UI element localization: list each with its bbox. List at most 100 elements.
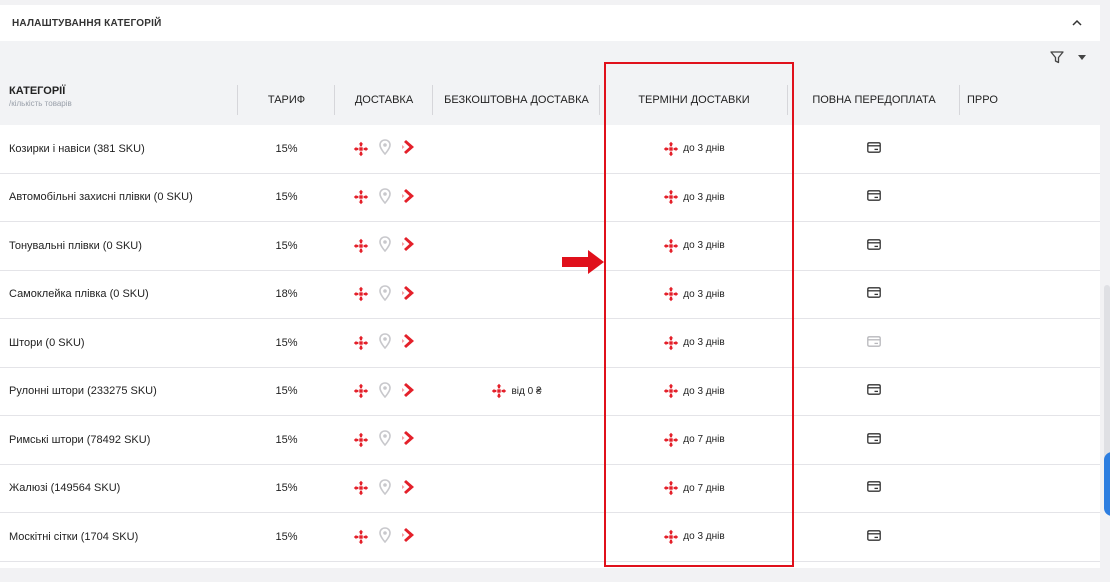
delivery-term-value: до 3 днів xyxy=(683,191,725,203)
delivery-options xyxy=(335,284,433,304)
chevron-up-icon[interactable] xyxy=(1072,17,1086,29)
full-prepayment-cell xyxy=(788,529,960,544)
delivery-term-value: до 7 днів xyxy=(683,482,725,494)
category-name: Автомобільні захисні плівки (0 SKU) xyxy=(9,191,193,204)
tariff-value: 15% xyxy=(275,336,298,349)
delivery-chevron-icon xyxy=(401,139,415,158)
delivery-term-cell: до 3 днів xyxy=(600,529,788,545)
location-pin-icon xyxy=(379,333,391,352)
delivery-chevron-icon xyxy=(401,333,415,352)
delivery-options xyxy=(335,381,433,401)
nova-poshta-icon xyxy=(353,335,369,351)
location-pin-icon xyxy=(379,284,391,304)
delivery-chevron-icon xyxy=(401,285,415,304)
delivery-term-value: до 3 днів xyxy=(683,337,725,349)
column-delivery[interactable]: ДОСТАВКА xyxy=(335,84,433,115)
delivery-term-value: до 7 днів xyxy=(683,434,725,446)
side-widget-tab[interactable] xyxy=(1104,452,1110,516)
caret-down-icon[interactable] xyxy=(1078,55,1086,60)
nova-poshta-icon xyxy=(663,286,679,302)
table-row: Римські штори (78492 SKU) 15% до 7 днів xyxy=(0,416,1100,465)
full-prepayment-cell xyxy=(788,287,960,301)
location-pin-icon xyxy=(379,139,391,158)
location-pin-icon xyxy=(379,430,391,449)
location-pin-icon xyxy=(379,187,391,207)
delivery-options xyxy=(335,478,433,498)
tariff-value: 15% xyxy=(275,385,298,398)
free-delivery-cell: від 0 ₴ xyxy=(433,383,600,399)
table-row: Москітні сітки (1704 SKU) 15% до 3 днів xyxy=(0,513,1100,562)
credit-card-icon[interactable] xyxy=(867,190,881,204)
category-name: Римські штори (78492 SKU) xyxy=(9,433,151,446)
category-name: Тонувальні плівки (0 SKU) xyxy=(9,239,142,252)
nova-poshta-icon xyxy=(663,335,679,351)
delivery-chevron-icon xyxy=(401,188,415,207)
delivery-term-cell: до 7 днів xyxy=(600,480,788,496)
nova-poshta-icon xyxy=(491,383,507,399)
delivery-term-cell: до 3 днів xyxy=(600,335,788,351)
category-name: Рулонні штори (233275 SKU) xyxy=(9,385,157,398)
table-row: Самоклейка плівка (0 SKU) 18% до 3 днів xyxy=(0,271,1100,319)
nova-poshta-icon xyxy=(663,480,679,496)
delivery-term-value: до 3 днів xyxy=(683,385,725,397)
credit-card-icon[interactable] xyxy=(867,335,881,350)
delivery-term-cell: до 3 днів xyxy=(600,189,788,205)
delivery-options xyxy=(335,236,433,255)
nova-poshta-icon xyxy=(663,529,679,545)
delivery-options xyxy=(335,527,433,546)
full-prepayment-cell xyxy=(788,384,960,398)
credit-card-icon[interactable] xyxy=(867,432,881,447)
delivery-chevron-icon xyxy=(401,430,415,449)
category-name: Штори (0 SKU) xyxy=(9,336,85,349)
column-full-prepayment[interactable]: ПОВНА ПЕРЕДОПЛАТА xyxy=(788,84,960,115)
delivery-term-value: до 3 днів xyxy=(683,531,725,543)
tariff-value: 15% xyxy=(275,191,298,204)
delivery-options xyxy=(335,139,433,158)
nova-poshta-icon xyxy=(663,432,679,448)
nova-poshta-icon xyxy=(353,529,369,545)
free-delivery-value: від 0 ₴ xyxy=(511,385,542,397)
tariff-value: 15% xyxy=(275,142,298,155)
credit-card-icon[interactable] xyxy=(867,141,881,156)
credit-card-icon[interactable] xyxy=(867,238,881,253)
credit-card-icon[interactable] xyxy=(867,384,881,398)
nova-poshta-icon xyxy=(353,238,369,254)
nova-poshta-icon xyxy=(353,141,369,157)
nova-poshta-icon xyxy=(353,189,369,205)
tariff-value: 15% xyxy=(275,433,298,446)
nova-poshta-icon xyxy=(663,238,679,254)
delivery-term-cell: до 3 днів xyxy=(600,238,788,254)
tariff-value: 15% xyxy=(275,239,298,252)
delivery-term-cell: до 7 днів xyxy=(600,432,788,448)
filter-icon[interactable] xyxy=(1050,51,1064,64)
table-row: Жалюзі (149564 SKU) 15% до 7 днів xyxy=(0,465,1100,513)
delivery-term-cell: до 3 днів xyxy=(600,286,788,302)
full-prepayment-cell xyxy=(788,238,960,253)
column-category-label: КАТЕГОРІЇ xyxy=(9,84,66,97)
delivery-term-value: до 3 днів xyxy=(683,240,725,252)
table-row: Тонувальні плівки (0 SKU) 15% до 3 днів xyxy=(0,222,1100,271)
location-pin-icon xyxy=(379,381,391,401)
column-category[interactable]: КАТЕГОРІЇ /кількість товарів xyxy=(0,84,238,115)
delivery-chevron-icon xyxy=(401,236,415,255)
location-pin-icon xyxy=(379,236,391,255)
nova-poshta-icon xyxy=(663,383,679,399)
column-free-delivery[interactable]: БЕЗКОШТОВНА ДОСТАВКА xyxy=(433,84,600,115)
panel-header[interactable]: НАЛАШТУВАННЯ КАТЕГОРІЙ xyxy=(0,5,1100,41)
full-prepayment-cell xyxy=(788,432,960,447)
table-row: Штори (0 SKU) 15% до 3 днів xyxy=(0,319,1100,368)
table-row: Рулонні штори (233275 SKU) 15% від 0 ₴ д… xyxy=(0,368,1100,416)
column-delivery-terms[interactable]: ТЕРМІНИ ДОСТАВКИ xyxy=(600,84,788,115)
credit-card-icon[interactable] xyxy=(867,481,881,495)
scrollbar[interactable] xyxy=(1104,285,1110,475)
delivery-options xyxy=(335,187,433,207)
table-header: КАТЕГОРІЇ /кількість товарів ТАРИФ ДОСТА… xyxy=(0,74,1100,125)
column-tariff[interactable]: ТАРИФ xyxy=(238,84,335,115)
column-prro[interactable]: ПРРО xyxy=(960,85,1100,115)
table-row: Автомобільні захисні плівки (0 SKU) 15% … xyxy=(0,174,1100,222)
full-prepayment-cell xyxy=(788,190,960,204)
credit-card-icon[interactable] xyxy=(867,529,881,544)
credit-card-icon[interactable] xyxy=(867,287,881,301)
category-name: Козирки і навіси (381 SKU) xyxy=(9,142,145,155)
tariff-value: 18% xyxy=(275,288,298,301)
